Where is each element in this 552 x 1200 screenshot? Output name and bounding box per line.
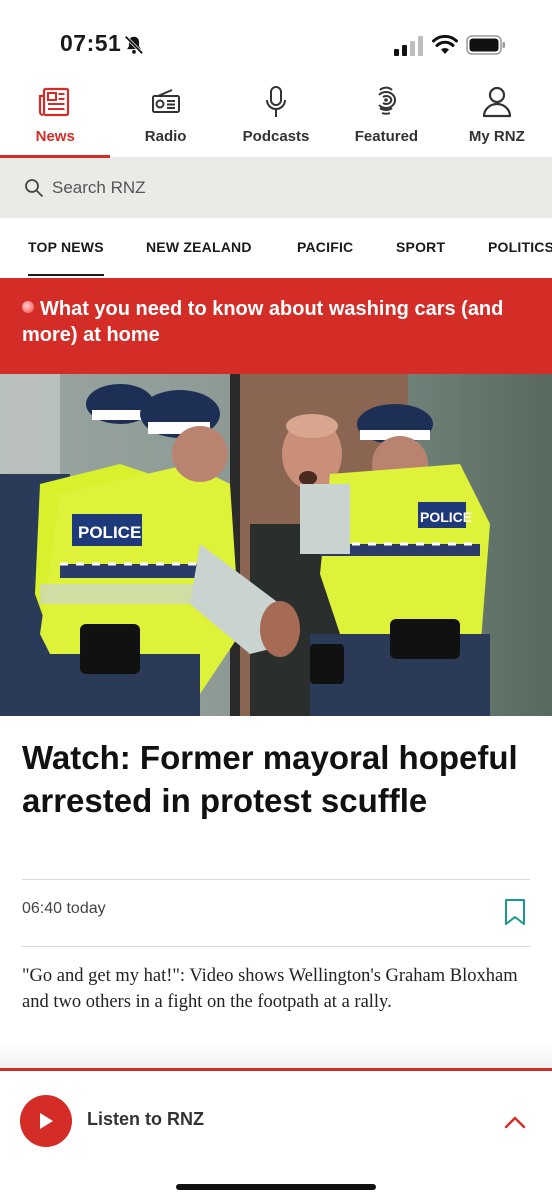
tab-top-news[interactable]: TOP NEWS — [28, 218, 104, 276]
play-icon — [40, 1113, 53, 1129]
microphone-icon — [266, 86, 287, 117]
main-nav: News Radio Podcasts Featured My RNZ — [0, 78, 552, 158]
battery-icon — [466, 35, 505, 55]
nav-item-featured[interactable]: Featured — [331, 78, 441, 157]
article-timestamp: 06:40 today — [22, 900, 106, 917]
home-indicator — [176, 1184, 376, 1190]
play-button[interactable] — [20, 1095, 72, 1147]
search-bar — [0, 158, 552, 218]
divider — [22, 946, 530, 947]
nav-label-my-rnz: My RNZ — [468, 128, 525, 145]
content-fade — [0, 1040, 552, 1068]
wifi-icon — [432, 34, 458, 54]
svg-text:POLICE: POLICE — [420, 509, 472, 525]
rnz-logo-icon — [378, 86, 397, 115]
audio-player-bar: Listen to RNZ — [0, 1068, 552, 1200]
live-dot-icon — [22, 301, 34, 313]
newspaper-icon — [39, 87, 70, 117]
bookmark-icon[interactable] — [503, 898, 527, 926]
cellular-signal-icon — [394, 36, 423, 56]
nav-item-radio[interactable]: Radio — [110, 78, 220, 157]
listen-label[interactable]: Listen to RNZ — [87, 1109, 204, 1130]
nav-item-news[interactable]: News — [0, 78, 111, 158]
category-tabs: TOP NEWS NEW ZEALAND PACIFIC SPORT POLIT… — [0, 218, 552, 278]
nav-label-news: News — [35, 128, 75, 145]
nav-item-my-rnz[interactable]: My RNZ — [442, 78, 552, 157]
user-icon — [482, 86, 511, 118]
breaking-news-text: What you need to know about washing cars… — [22, 298, 504, 346]
article-summary[interactable]: "Go and get my hat!": Video shows Wellin… — [22, 963, 534, 1015]
nav-label-radio: Radio — [144, 128, 187, 145]
search-icon — [25, 179, 43, 197]
breaking-news-banner[interactable]: What you need to know about washing cars… — [0, 278, 552, 374]
nav-label-podcasts: Podcasts — [242, 128, 310, 145]
hero-image[interactable]: POLICE POLICE — [0, 374, 552, 716]
chevron-up-icon[interactable] — [504, 1115, 526, 1129]
svg-text:POLICE: POLICE — [78, 523, 141, 542]
nav-label-featured: Featured — [354, 128, 419, 145]
radio-icon — [151, 89, 180, 113]
status-bar: 07:51 — [0, 0, 552, 76]
tab-new-zealand[interactable]: NEW ZEALAND — [146, 218, 252, 276]
status-time: 07:51 — [60, 30, 122, 56]
bell-off-icon — [124, 35, 144, 55]
nav-item-podcasts[interactable]: Podcasts — [221, 78, 331, 157]
tab-politics[interactable]: POLITICS — [488, 218, 552, 276]
tab-pacific[interactable]: PACIFIC — [297, 218, 353, 276]
article-headline[interactable]: Watch: Former mayoral hopeful arrested i… — [22, 736, 532, 822]
search-input[interactable] — [52, 178, 532, 198]
divider — [22, 879, 530, 880]
police-arrest-photo: POLICE POLICE — [0, 374, 552, 716]
tab-sport[interactable]: SPORT — [396, 218, 445, 276]
